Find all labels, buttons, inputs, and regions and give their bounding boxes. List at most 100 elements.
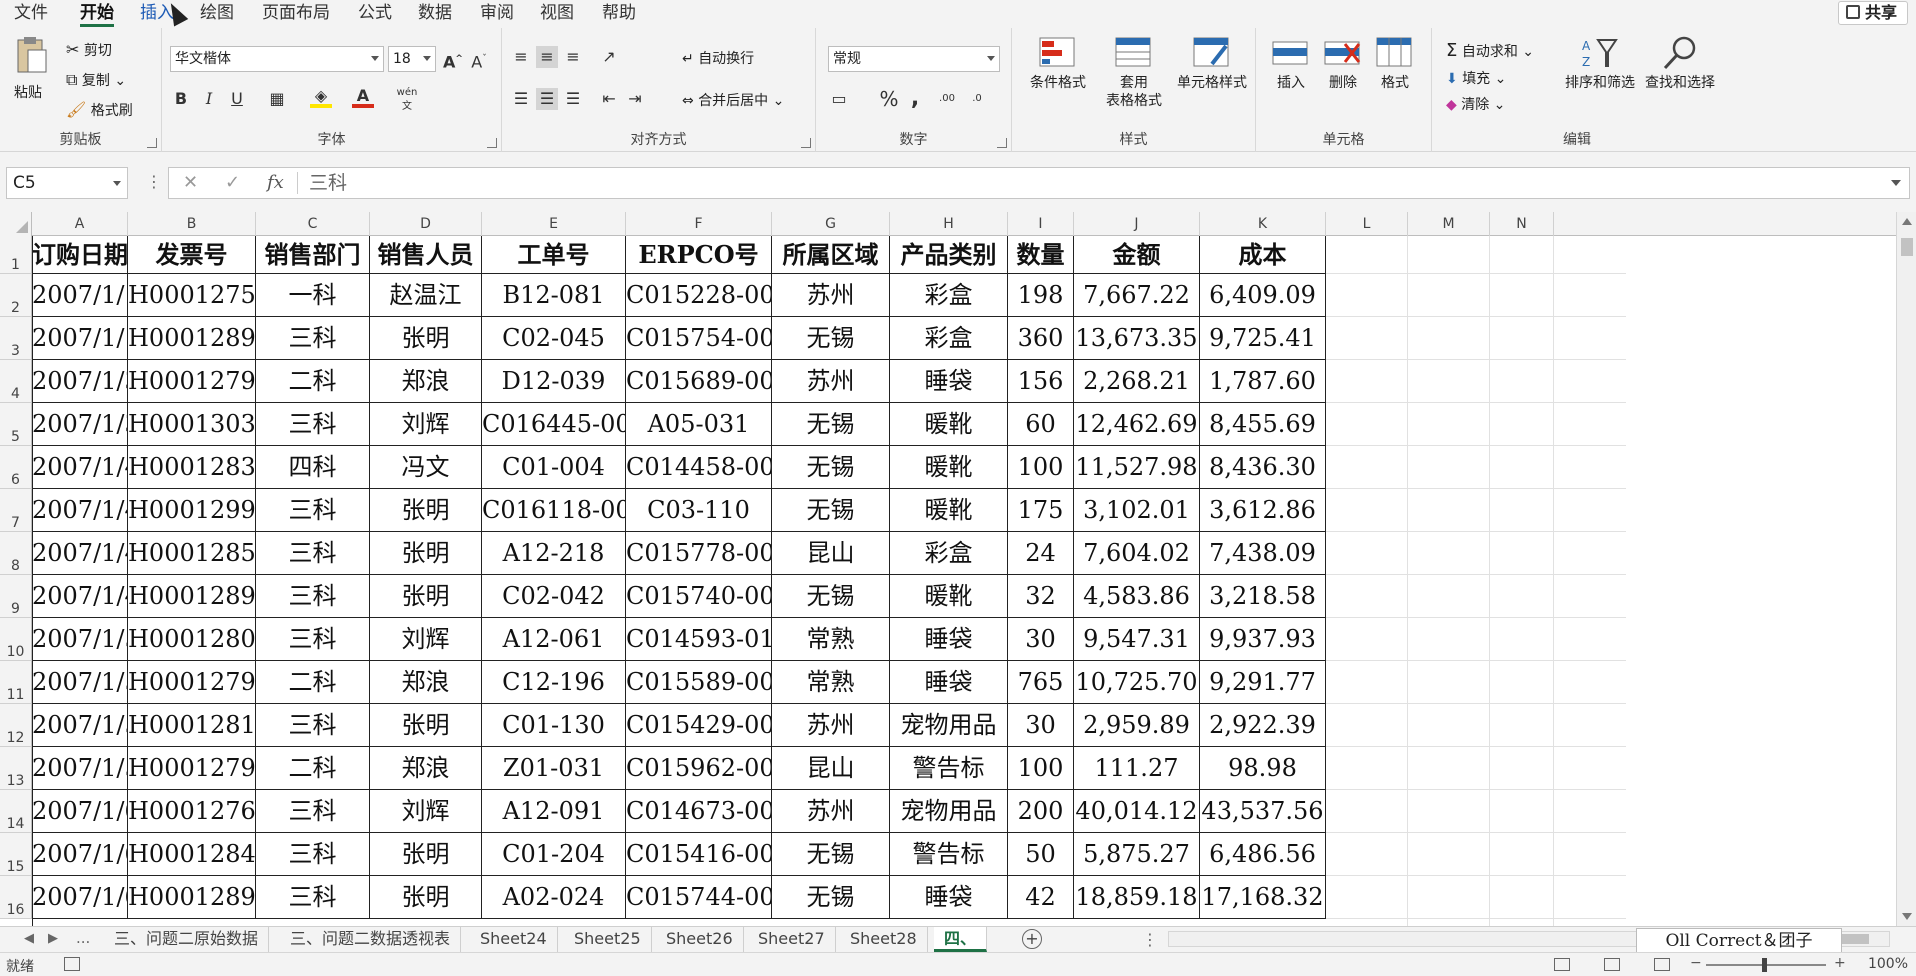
align-right-icon[interactable]: ☰ — [562, 88, 584, 110]
cancel-icon[interactable]: ✕ — [183, 172, 198, 193]
table-cell[interactable]: A12-091 — [482, 790, 626, 833]
table-cell[interactable]: 18,859.18 — [1074, 876, 1200, 919]
clipboard-launcher-icon[interactable] — [147, 138, 157, 148]
row-header[interactable]: 14 — [0, 790, 32, 833]
row-header[interactable]: 3 — [0, 317, 32, 360]
insert-cells-button[interactable]: 插入 — [1266, 36, 1316, 118]
table-cell[interactable]: 30 — [1008, 704, 1074, 747]
menu-formulas[interactable]: 公式 — [358, 2, 392, 24]
table-cell[interactable]: 无锡 — [772, 317, 890, 360]
table-cell[interactable]: 一科 — [256, 274, 370, 317]
table-cell[interactable]: 三科 — [256, 532, 370, 575]
table-cell[interactable]: 156 — [1008, 360, 1074, 403]
zoom-slider-knob[interactable] — [1762, 958, 1767, 972]
sheet-tab[interactable]: 三、问题二原始数据 — [104, 927, 270, 952]
table-cell[interactable]: 四科 — [256, 446, 370, 489]
table-cell[interactable]: 32 — [1008, 575, 1074, 618]
table-cell[interactable]: 睡袋 — [890, 876, 1008, 919]
insert-function-button[interactable]: fx — [267, 172, 284, 193]
sheet-tab[interactable]: Sheet27 — [748, 927, 836, 952]
table-cell[interactable]: 张明 — [370, 833, 482, 876]
table-cell[interactable]: 2007/1/6 — [32, 790, 128, 833]
table-cell[interactable]: A02-024 — [482, 876, 626, 919]
row-header[interactable]: 11 — [0, 661, 32, 704]
table-cell[interactable]: 60 — [1008, 403, 1074, 446]
table-cell[interactable]: 警告标 — [890, 747, 1008, 790]
menu-page-layout[interactable]: 页面布局 — [262, 2, 330, 24]
share-button[interactable]: 共享 — [1837, 1, 1908, 25]
zoom-level[interactable]: 100% — [1868, 956, 1908, 972]
table-cell[interactable]: H00012859 — [128, 532, 256, 575]
column-header-a[interactable]: A — [32, 212, 128, 236]
table-cell[interactable]: 昆山 — [772, 532, 890, 575]
table-cell[interactable]: 三科 — [256, 704, 370, 747]
table-cell[interactable]: 2007/1/6 — [32, 876, 128, 919]
table-cell[interactable]: 三科 — [256, 833, 370, 876]
table-cell[interactable]: 175 — [1008, 489, 1074, 532]
table-cell[interactable]: 2007/1/3 — [32, 403, 128, 446]
table-cell[interactable]: 暖靴 — [890, 446, 1008, 489]
table-cell[interactable]: 2,959.89 — [1074, 704, 1200, 747]
enter-icon[interactable]: ✓ — [225, 172, 240, 193]
table-cell[interactable]: A12-218 — [482, 532, 626, 575]
row-header[interactable]: 8 — [0, 532, 32, 575]
table-cell[interactable]: 二科 — [256, 661, 370, 704]
table-cell[interactable]: H00012754 — [128, 274, 256, 317]
table-cell[interactable]: 9,547.31 — [1074, 618, 1200, 661]
format-cells-button[interactable]: 格式 — [1370, 36, 1420, 118]
column-header-b[interactable]: B — [128, 212, 256, 236]
table-cell[interactable]: 睡袋 — [890, 360, 1008, 403]
number-launcher-icon[interactable] — [997, 138, 1007, 148]
column-header-n[interactable]: N — [1490, 212, 1554, 236]
header-cell[interactable]: 数量 — [1008, 236, 1074, 274]
column-header-j[interactable]: J — [1074, 212, 1200, 236]
table-cell[interactable]: 100 — [1008, 446, 1074, 489]
formula-input[interactable]: 三科 — [309, 168, 347, 198]
header-cell[interactable]: 所属区域 — [772, 236, 890, 274]
table-cell[interactable]: 3,612.86 — [1200, 489, 1326, 532]
table-cell[interactable]: 200 — [1008, 790, 1074, 833]
scroll-up-icon[interactable] — [1902, 218, 1912, 225]
normal-view-icon[interactable] — [1554, 958, 1570, 971]
sheet-tab[interactable]: 三、问题二数据透视表 — [280, 927, 462, 952]
table-cell[interactable]: 5,875.27 — [1074, 833, 1200, 876]
table-cell[interactable]: 暖靴 — [890, 403, 1008, 446]
table-cell[interactable]: 2007/1/4 — [32, 532, 128, 575]
table-cell[interactable]: C01-204 — [482, 833, 626, 876]
bold-button[interactable]: B — [170, 88, 192, 110]
add-sheet-button[interactable]: + — [1022, 929, 1042, 949]
table-cell[interactable]: 郑浪 — [370, 360, 482, 403]
table-cell[interactable]: 40,014.12 — [1074, 790, 1200, 833]
table-cell[interactable]: 二科 — [256, 360, 370, 403]
table-cell[interactable]: H00012792 — [128, 661, 256, 704]
row-header[interactable]: 7 — [0, 489, 32, 532]
delete-cells-button[interactable]: 删除 — [1318, 36, 1368, 118]
table-cell[interactable]: 2007/1/4 — [32, 575, 128, 618]
table-cell[interactable]: 三科 — [256, 618, 370, 661]
scroll-down-icon[interactable] — [1902, 913, 1912, 920]
table-cell[interactable]: C014593-010 — [626, 618, 772, 661]
header-cell[interactable]: 订购日期 — [32, 236, 128, 274]
table-cell[interactable]: 7,604.02 — [1074, 532, 1200, 575]
table-cell[interactable]: 8,455.69 — [1200, 403, 1326, 446]
fill-color-icon[interactable]: ◈ — [310, 88, 332, 110]
increase-font-icon[interactable]: A^ — [442, 48, 464, 71]
merge-center-button[interactable]: ⇔ 合并后居中 ⌄ — [682, 90, 784, 110]
sort-filter-button[interactable]: AZ 排序和筛选 — [1560, 36, 1640, 118]
menu-home[interactable]: 开始 — [80, 2, 114, 27]
table-cell[interactable]: 警告标 — [890, 833, 1008, 876]
accounting-format-icon[interactable]: ▭ — [828, 88, 850, 110]
table-cell[interactable]: 郑浪 — [370, 661, 482, 704]
table-cell[interactable]: 7,667.22 — [1074, 274, 1200, 317]
table-cell[interactable]: 无锡 — [772, 575, 890, 618]
column-header-e[interactable]: E — [482, 212, 626, 236]
fill-button[interactable]: ⬇ 填充 ⌄ — [1446, 68, 1506, 88]
table-cell[interactable]: 三科 — [256, 403, 370, 446]
table-cell[interactable]: 2007/1/5 — [32, 747, 128, 790]
column-header-c[interactable]: C — [256, 212, 370, 236]
row-header[interactable]: 15 — [0, 833, 32, 876]
table-cell[interactable]: 2,268.21 — [1074, 360, 1200, 403]
scroll-thumb[interactable] — [1901, 238, 1913, 256]
tab-prev-icon[interactable]: ◀ — [24, 931, 34, 946]
table-cell[interactable]: C015962-006 — [626, 747, 772, 790]
